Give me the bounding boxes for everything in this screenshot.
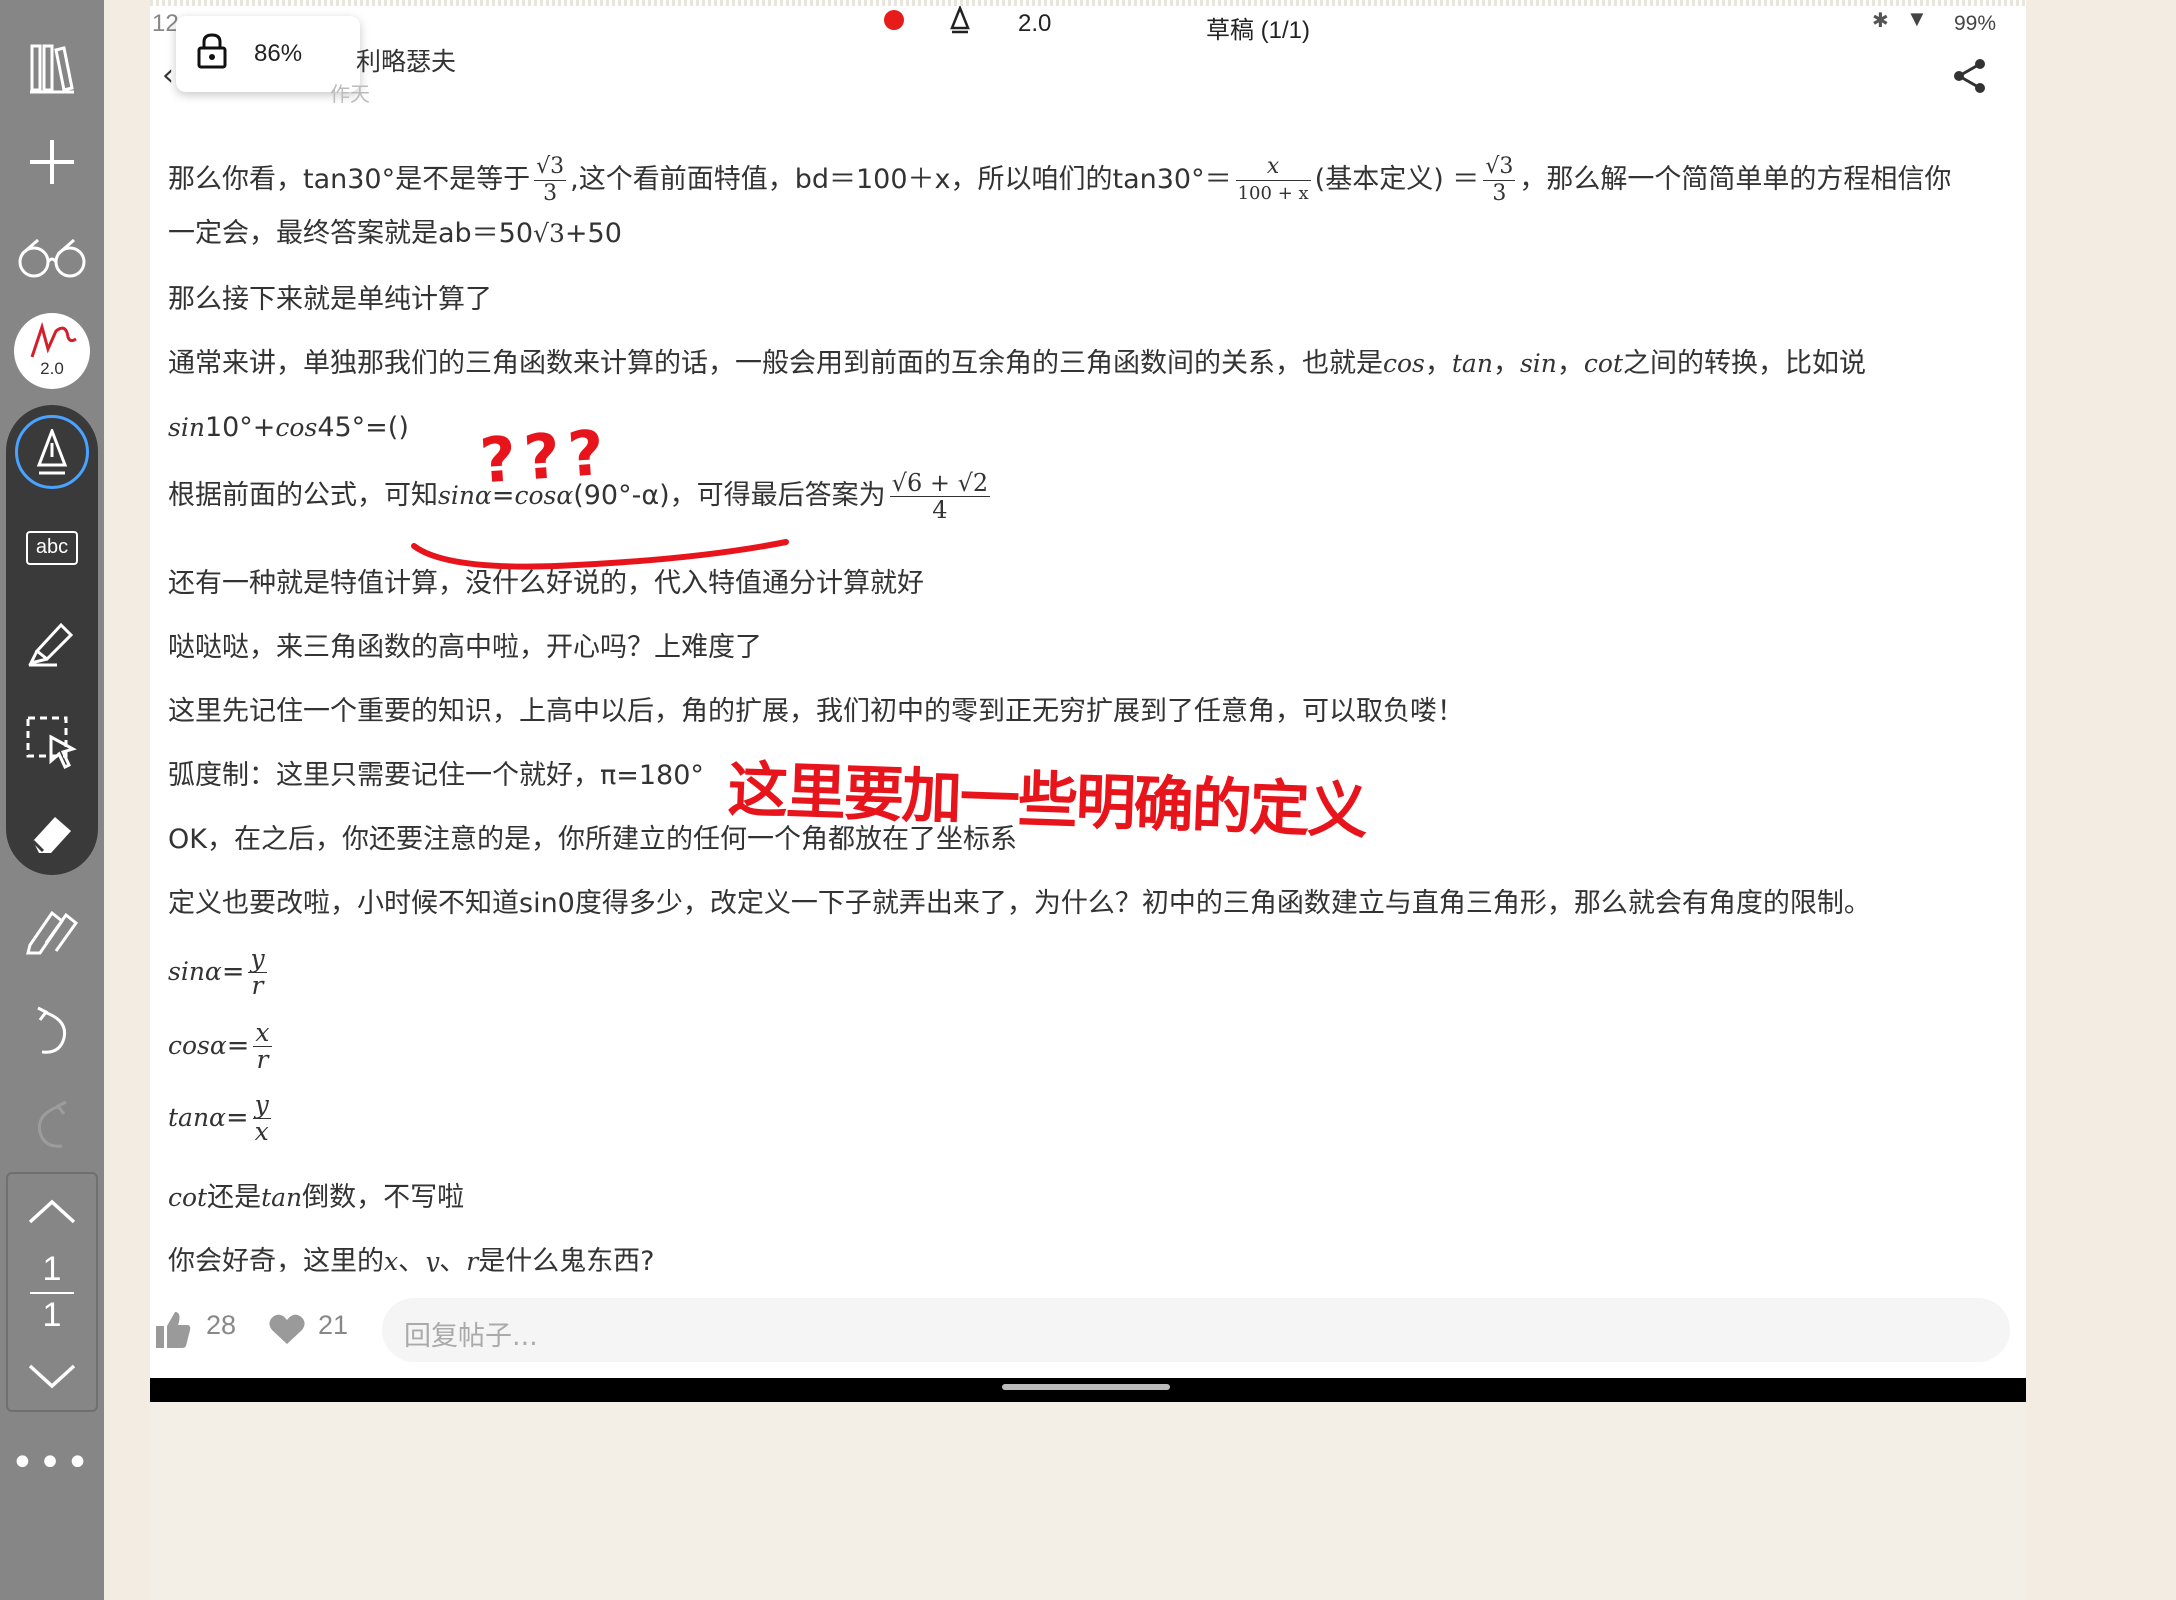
add-icon[interactable] [0, 132, 104, 192]
home-indicator[interactable] [1002, 1384, 1170, 1390]
like-icon[interactable] [154, 1310, 192, 1354]
fraction: √3 3 [1483, 154, 1516, 206]
reply-input[interactable]: 回复帖子... [382, 1298, 2010, 1362]
handwritten-underline [411, 539, 789, 570]
fraction: x 100 + x [1235, 154, 1311, 207]
status-bar: 12: 2.0 草稿 (1/1) ✱ ▼ 99% [150, 0, 2026, 48]
fraction: √3 3 [534, 154, 567, 206]
screenshot-page: 12: 2.0 草稿 (1/1) ✱ ▼ 99% 86% ‹ 利略瑟夫 作天 那… [150, 0, 2026, 1402]
pen-edit-icon[interactable] [0, 900, 104, 960]
previous-page-icon[interactable] [0, 1194, 104, 1228]
record-indicator-icon[interactable] [884, 10, 904, 30]
more-options-icon[interactable]: ••• [0, 1440, 104, 1486]
navigation-bar [150, 1378, 2026, 1402]
author-name[interactable]: 利略瑟夫 [356, 42, 456, 78]
zoom-level: 86% [254, 40, 303, 67]
content-line-8: 哒哒哒，来三角函数的高中啦，开心吗？上难度了 [168, 632, 762, 663]
share-icon[interactable] [1952, 58, 1988, 98]
reading-glasses-icon[interactable] [0, 228, 104, 288]
handwritten-question-marks: ??? [477, 415, 615, 498]
eraser-icon[interactable] [0, 804, 104, 864]
pen-tip-icon [950, 4, 970, 41]
page-total: 1 [42, 1296, 62, 1334]
fraction: yx [252, 1090, 271, 1146]
page-separator [30, 1292, 74, 1294]
lock-icon[interactable] [196, 32, 228, 76]
content-line-10: 弧度制：这里只需要记住一个就好，π=180° [168, 760, 704, 791]
content-line-16: cot还是tan倒数，不写啦 [168, 1182, 465, 1213]
content-line-2: 一定会，最终答案就是ab＝50√3+50 [168, 218, 622, 249]
redo-icon[interactable] [0, 1096, 104, 1156]
content-line-12: 定义也要改啦，小时候不知道sin0度得多少，改定义一下子就弄出来了，为什么？初中… [168, 888, 1871, 919]
status-pen-size: 2.0 [1018, 10, 1052, 37]
pen-preset-button[interactable]: 2.0 [0, 312, 104, 390]
formula-cos: cosα= x r [168, 1018, 272, 1074]
bluetooth-icon: ✱ [1872, 10, 1889, 32]
favorite-icon[interactable] [268, 1312, 306, 1350]
formula-tan: tanα= y x [168, 1090, 271, 1146]
battery-level: 99% [1954, 12, 1997, 35]
pen-size-badge: 2.0 [40, 359, 64, 378]
like-count: 28 [206, 1310, 237, 1340]
back-icon[interactable]: ‹ [162, 58, 174, 93]
document-title: 草稿 (1/1) [1206, 17, 1311, 44]
favorite-count: 21 [318, 1310, 349, 1340]
page-current: 1 [42, 1250, 62, 1288]
content-line-17: 你会好奇，这里的x、y、r是什么鬼东西? [168, 1246, 655, 1277]
fraction: yr [248, 944, 267, 1000]
fraction: √6 + √2 4 [889, 469, 991, 524]
author-subtitle: 作天 [330, 82, 370, 106]
post-action-bar: 28 21 回复帖子... [150, 1290, 2026, 1370]
text-box-icon[interactable]: abc [0, 520, 104, 576]
content-line-1: 那么你看，tan30°是不是等于 √3 3 ,这个看前面特值，bd＝100＋x，所以咱… [168, 154, 1952, 207]
highlighter-icon[interactable] [0, 612, 104, 672]
reply-placeholder: 回复帖子... [404, 1321, 538, 1352]
paper-background [150, 1402, 2026, 1600]
pen-preset-badge: 2.0 [14, 313, 90, 389]
undo-icon[interactable] [0, 1002, 104, 1062]
fountain-pen-icon[interactable] [0, 414, 104, 490]
wifi-icon: ▼ [1906, 6, 1928, 31]
content-line-4: 通常来讲，单独那我们的三角函数来计算的话，一般会用到前面的互余角的三角函数间的关… [168, 348, 1866, 379]
library-icon[interactable] [0, 38, 104, 98]
lasso-select-icon[interactable] [0, 712, 104, 772]
fraction: xr [253, 1018, 272, 1074]
content-line-5: sin10°+cos45°=() [168, 412, 409, 443]
formula-sin: sinα= y r [168, 944, 267, 1000]
left-toolbar: 2.0 abc 1 1 ••• [0, 0, 104, 1600]
content-line-9: 这里先记住一个重要的知识，上高中以后，角的扩展，我们初中的零到正无穷扩展到了任意… [168, 696, 1464, 727]
content-line-3: 那么接下来就是单纯计算了 [168, 284, 492, 315]
next-page-icon[interactable] [0, 1360, 104, 1394]
